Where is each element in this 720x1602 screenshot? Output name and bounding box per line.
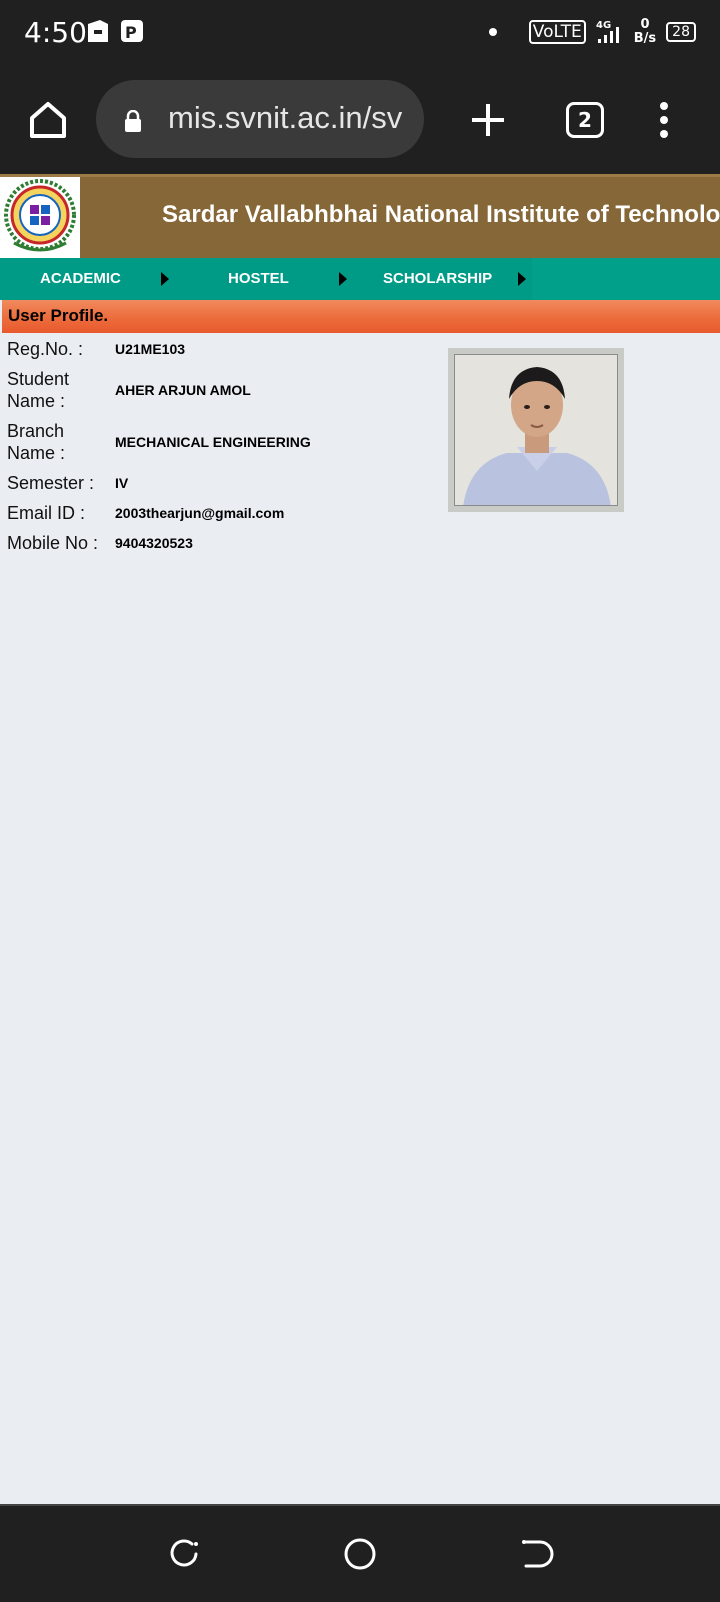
battery-indicator: 28 bbox=[666, 22, 696, 42]
nav-item-hostel[interactable]: HOSTEL bbox=[228, 258, 289, 300]
svg-text:4G: 4G bbox=[596, 20, 611, 31]
status-right-icons: VoLTE 4G 0 B/s 28 bbox=[488, 18, 696, 46]
home-icon[interactable] bbox=[28, 100, 68, 140]
student-name-value: AHER ARJUN AMOL bbox=[115, 382, 251, 398]
nav-arrow-academic-icon[interactable] bbox=[161, 272, 169, 286]
student-photo-image bbox=[454, 354, 618, 506]
institute-logo bbox=[0, 177, 80, 261]
student-photo bbox=[448, 348, 624, 512]
branch-name-label: Branch Name : bbox=[7, 421, 66, 463]
parking-app-icon: P bbox=[121, 20, 143, 42]
branch-name-value: MECHANICAL ENGINEERING bbox=[115, 434, 311, 450]
nav-item-scholarship[interactable]: SCHOLARSHIP bbox=[383, 258, 492, 300]
email-value: 2003thearjun@gmail.com bbox=[115, 505, 285, 521]
app-notification-icon bbox=[88, 20, 108, 42]
mobile-value: 9404320523 bbox=[115, 535, 193, 551]
volte-badge: VoLTE bbox=[528, 20, 586, 44]
section-title: User Profile. bbox=[8, 306, 109, 325]
recent-apps-icon[interactable] bbox=[166, 1536, 202, 1572]
nav-arrow-scholarship-icon[interactable] bbox=[518, 272, 526, 286]
new-tab-icon[interactable] bbox=[468, 100, 508, 140]
status-time: 4:50 bbox=[24, 16, 87, 49]
browser-toolbar: mis.svnit.ac.in/sv 2 bbox=[0, 66, 720, 174]
status-notification-icons: P bbox=[86, 18, 144, 44]
more-options-icon[interactable] bbox=[654, 100, 674, 140]
network-speed: 0 B/s bbox=[634, 18, 656, 46]
person-portrait-icon bbox=[455, 355, 617, 505]
system-navigation-bar bbox=[0, 1504, 720, 1602]
semester-label: Semester : bbox=[7, 473, 95, 493]
nav-arrow-hostel-icon[interactable] bbox=[339, 272, 347, 286]
nav-item-academic[interactable]: ACADEMIC bbox=[40, 258, 121, 300]
email-label: Email ID : bbox=[7, 503, 86, 523]
institute-seal-icon bbox=[4, 179, 76, 252]
site-title: Sardar Vallabhbhai National Institute of… bbox=[162, 201, 720, 228]
semester-value: IV bbox=[115, 475, 129, 491]
home-nav-icon[interactable] bbox=[342, 1536, 378, 1572]
speed-value: 0 bbox=[640, 17, 650, 32]
main-nav: ACADEMIC HOSTEL SCHOLARSHIP bbox=[0, 258, 532, 300]
student-name-label: Student Name : bbox=[7, 369, 70, 411]
lock-icon bbox=[125, 110, 141, 132]
reg-no-label: Reg.No. : bbox=[7, 339, 84, 359]
signal-icon: 4G bbox=[596, 20, 619, 43]
status-bar: 4:50 P VoLTE 4G 0 B/s 28 bbox=[0, 0, 720, 66]
site-header: Sardar Vallabhbhai National Institute of… bbox=[0, 174, 720, 261]
mobile-label: Mobile No : bbox=[7, 533, 99, 553]
section-header: User Profile. bbox=[2, 300, 720, 333]
reg-no-value: U21ME103 bbox=[115, 341, 186, 357]
tab-switcher-button[interactable]: 2 bbox=[566, 102, 604, 138]
svg-text:P: P bbox=[125, 23, 137, 42]
address-bar[interactable]: mis.svnit.ac.in/sv bbox=[96, 80, 424, 158]
notification-dot bbox=[488, 28, 497, 36]
nav-bar-filler bbox=[532, 258, 720, 300]
speed-unit: B/s bbox=[633, 31, 657, 46]
back-nav-icon[interactable] bbox=[518, 1536, 554, 1572]
url-text[interactable]: mis.svnit.ac.in/sv bbox=[168, 100, 402, 136]
